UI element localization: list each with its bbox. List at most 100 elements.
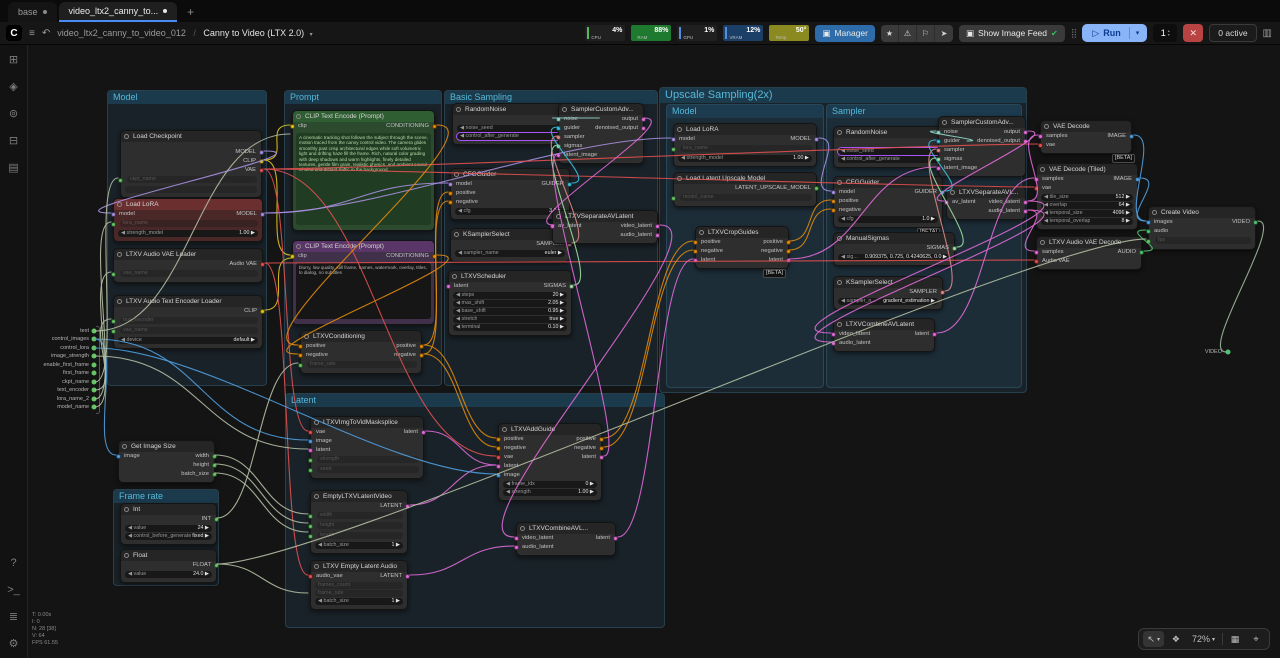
widget-base-shift[interactable]: ◀ base_shift0.95 ▶: [453, 308, 567, 315]
collapse-icon[interactable]: [124, 553, 129, 558]
node-manualsigmas[interactable]: ManualSigmasSIGMAS◀ sig...0.909375, 0.72…: [833, 232, 955, 266]
node-title[interactable]: Load Latent Upscale Model: [674, 173, 816, 184]
input-slot-audio[interactable]: [1146, 229, 1151, 234]
node-title[interactable]: Load LoRA: [674, 124, 816, 135]
node-ltxvimgtovidmasksplice[interactable]: LTXVImgToVidMasksplicevaelatentimagelate…: [310, 416, 424, 479]
node-title[interactable]: Load Checkpoint: [121, 131, 261, 142]
widget-strength[interactable]: ◀ strength1.00 ▶: [503, 489, 597, 496]
input-slot-lora-name[interactable]: [111, 222, 116, 227]
nodes-icon[interactable]: ⊚: [9, 109, 18, 120]
collapse-icon[interactable]: [1152, 210, 1157, 215]
output-slot-float[interactable]: [214, 563, 219, 568]
collapse-icon[interactable]: [837, 236, 842, 241]
collapse-icon[interactable]: [699, 230, 704, 235]
output-slot-sigmas[interactable]: [569, 284, 574, 289]
node-ltxvaddguide[interactable]: LTXVAddGuidepositivepositivenegativenega…: [498, 423, 602, 501]
output-slot-latent[interactable]: [613, 536, 618, 541]
workflow-input-dot[interactable]: [92, 405, 97, 410]
node-get-image-size[interactable]: Get Image Sizeimagewidthheightbatch_size: [118, 440, 215, 483]
node-ksamplerselect[interactable]: KSamplerSelectSAMPLER◀ sampler_n...gradi…: [833, 276, 943, 310]
output-slot-negative[interactable]: [786, 249, 791, 254]
input-slot-text-encoder[interactable]: [111, 319, 116, 324]
share-icon[interactable]: ➤: [935, 25, 953, 42]
node-ltxvconditioning[interactable]: LTXVConditioningpositivepositivenegative…: [300, 330, 422, 374]
collapse-icon[interactable]: [117, 202, 122, 207]
node-title[interactable]: CLIP Text Encode (Prompt): [293, 241, 434, 252]
input-slot-positive[interactable]: [831, 199, 836, 204]
output-slot-clip[interactable]: [259, 159, 264, 164]
output-slot-model[interactable]: [259, 150, 264, 155]
node-samplercustomadv[interactable]: SamplerCustomAdv...noiseoutputguiderdeno…: [938, 116, 1026, 177]
node-vae-decode-tiled[interactable]: VAE Decode (Tiled)samplesIMAGEvae◀ tile_…: [1036, 163, 1138, 230]
node-title[interactable]: VAE Decode: [1041, 121, 1131, 132]
input-slot-length[interactable]: [308, 534, 313, 539]
collapse-icon[interactable]: [304, 334, 309, 339]
collapse-icon[interactable]: [117, 299, 122, 304]
collapse-icon[interactable]: [314, 420, 319, 425]
input-slot-av-latent[interactable]: [550, 224, 555, 229]
new-tab-button[interactable]: +: [179, 5, 202, 22]
input-slot-width[interactable]: [308, 514, 313, 519]
node-title[interactable]: LTXVSeparateAVL...: [947, 187, 1025, 198]
input-slot-positive[interactable]: [448, 191, 453, 196]
node-title[interactable]: LTXVConditioning: [301, 331, 421, 342]
node-title[interactable]: Int: [121, 504, 216, 515]
input-slot-model[interactable]: [671, 137, 676, 142]
collapse-icon[interactable]: [837, 180, 842, 185]
input-slot-vae[interactable]: [1034, 186, 1039, 191]
widget-steps[interactable]: ◀ steps20 ▶: [453, 292, 567, 299]
input-slot-positive[interactable]: [298, 344, 303, 349]
logs-icon[interactable]: ≣: [9, 612, 18, 623]
input-slot-guider[interactable]: [556, 126, 561, 131]
collapse-icon[interactable]: [314, 494, 319, 499]
input-slot-image[interactable]: [308, 439, 313, 444]
output-slot-latent[interactable]: [405, 504, 410, 509]
collapse-icon[interactable]: [452, 274, 457, 279]
collapse-icon[interactable]: [314, 564, 319, 569]
panel-toggle-icon[interactable]: ▥: [1263, 28, 1272, 39]
widget-vae-name[interactable]: vae_name: [120, 270, 258, 277]
input-slot-noise[interactable]: [556, 117, 561, 122]
pointer-tool-button[interactable]: ↖▾: [1143, 631, 1164, 647]
widget-strength-model[interactable]: ◀ strength_model1.00 ▶: [118, 230, 258, 237]
terminal-icon[interactable]: >_: [7, 585, 20, 596]
widget-strength-model[interactable]: ◀ strength_model1.00 ▶: [678, 155, 812, 162]
widget-strength[interactable]: strength: [317, 456, 419, 463]
widget-frames-count[interactable]: frames_count: [315, 582, 403, 589]
cancel-button[interactable]: ✕: [1183, 24, 1203, 42]
widget-lora-name[interactable]: lora_name: [680, 145, 812, 152]
help-icon[interactable]: ?: [10, 558, 16, 569]
manager-button[interactable]: ▣Manager: [815, 25, 875, 42]
widget-ckpt-name[interactable]: ckpt_name: [127, 176, 257, 183]
widget-value[interactable]: ◀ value24.0 ▶: [125, 571, 212, 578]
input-slot-vae-name[interactable]: [111, 329, 116, 334]
output-slot-audio-latent[interactable]: [1023, 209, 1028, 214]
input-slot-seed[interactable]: [308, 468, 313, 473]
undo-icon[interactable]: ↶: [42, 28, 50, 39]
workflow-input-dot[interactable]: [92, 363, 97, 368]
output-slot-positive[interactable]: [599, 437, 604, 442]
input-slot-model-name[interactable]: [671, 196, 676, 201]
input-slot-model[interactable]: [111, 212, 116, 217]
flag-icon[interactable]: ⚐: [917, 25, 935, 42]
models-icon[interactable]: ◈: [9, 82, 17, 93]
input-slot-lora-name[interactable]: [671, 147, 676, 152]
node-title[interactable]: LTXVSeparateAVLatent: [553, 211, 657, 222]
node-ltxv-empty-latent-audio[interactable]: LTXV Empty Latent Audioaudio_vaeLATENTfr…: [310, 560, 408, 610]
widget-temporal-size[interactable]: ◀ temporal_size4096 ▶: [1041, 210, 1133, 217]
widget-overlap[interactable]: ◀ overlap64 ▶: [1041, 202, 1133, 209]
input-slot-latent[interactable]: [308, 448, 313, 453]
output-slot-video-latent[interactable]: [1023, 200, 1028, 205]
widget-length[interactable]: length: [317, 532, 403, 539]
node-create-video[interactable]: Create VideoimagesVIDEOaudiofps: [1148, 206, 1256, 250]
node-title[interactable]: Float: [121, 550, 216, 561]
output-slot-batch-size[interactable]: [212, 472, 217, 477]
output-slot-positive[interactable]: [419, 344, 424, 349]
workflow-input-dot[interactable]: [92, 371, 97, 376]
extensions-icon[interactable]: ⊟: [9, 136, 18, 147]
input-slot-sigmas[interactable]: [936, 157, 941, 162]
node-title[interactable]: EmptyLTXVLatentVideo: [311, 491, 407, 502]
node-title[interactable]: CLIP Text Encode (Prompt): [293, 111, 434, 122]
input-slot-noise[interactable]: [936, 130, 941, 135]
output-slot-latent[interactable]: [786, 258, 791, 263]
